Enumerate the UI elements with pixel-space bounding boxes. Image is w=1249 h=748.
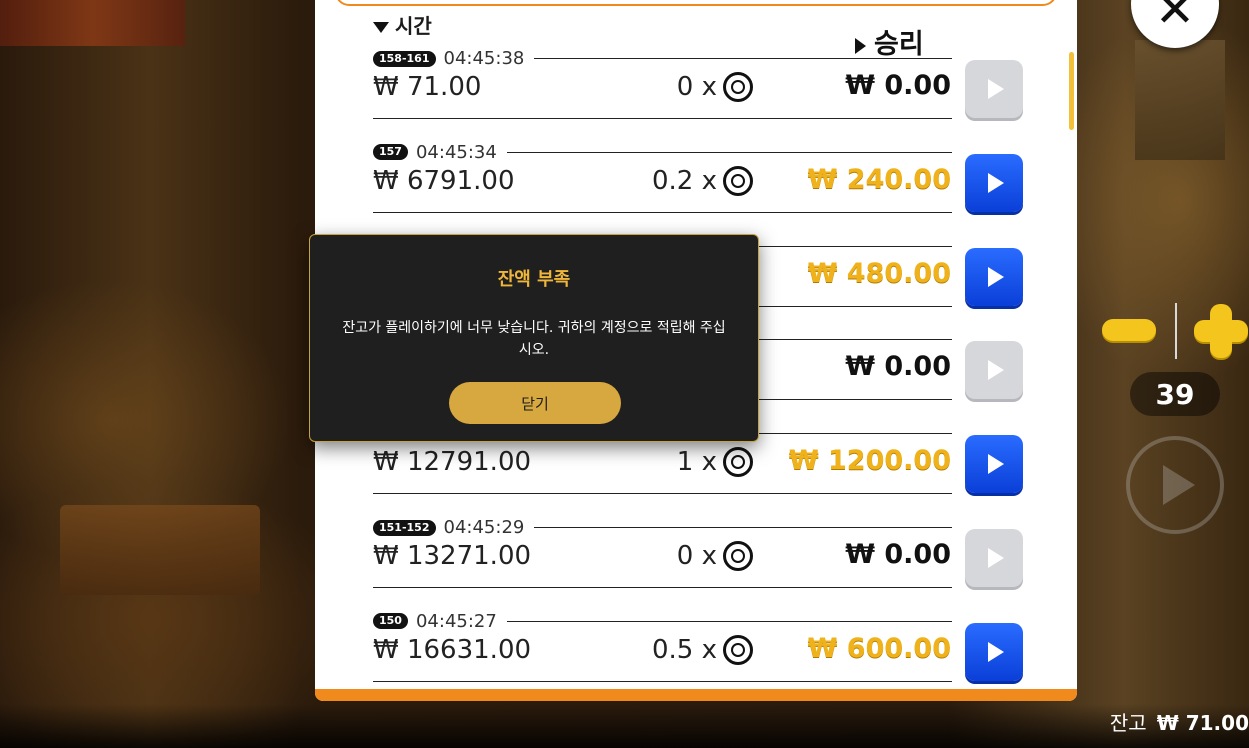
play-icon — [988, 548, 1004, 568]
win-amount: ₩ 1200.00 — [788, 445, 951, 477]
coin-icon — [723, 165, 753, 196]
play-icon — [988, 641, 1004, 662]
bet-amount: ₩ 71.00 — [373, 72, 482, 102]
control-divider — [1175, 303, 1177, 359]
multiplier: 0.5 x — [652, 634, 753, 665]
win-amount: ₩ 0.00 — [845, 351, 951, 383]
play-icon — [1163, 465, 1195, 505]
bottom-bar — [0, 704, 1249, 748]
coin-icon — [723, 72, 753, 102]
row-meta: 150 04:45:27 — [373, 611, 952, 632]
coin-icon — [723, 447, 753, 478]
row-meta-line — [506, 620, 952, 622]
win-amount: ₩ 600.00 — [807, 632, 951, 664]
multiplier: 0 x — [677, 72, 753, 102]
row-time: 04:45:29 — [443, 517, 525, 538]
play-icon — [988, 360, 1004, 381]
insufficient-balance-dialog: 잔액 부족 잔고가 플레이하기에 너무 낮습니다. 귀하의 계정으로 적립해 주… — [309, 234, 759, 442]
row-separator — [373, 118, 952, 119]
multiplier-value: 1 x — [676, 447, 717, 478]
play-icon — [988, 266, 1004, 287]
row-meta-line — [534, 527, 952, 528]
row-time: 04:45:27 — [415, 610, 497, 632]
replay-button[interactable] — [965, 435, 1023, 494]
row-meta-line — [534, 58, 952, 59]
row-separator — [373, 680, 952, 682]
replay-button — [965, 341, 1023, 400]
multiplier: 0.2 x — [652, 165, 753, 196]
play-icon — [988, 172, 1004, 193]
column-header-time[interactable]: 시간 — [373, 10, 432, 39]
row-separator — [373, 587, 952, 588]
replay-button[interactable] — [965, 247, 1023, 306]
bet-amount: ₩ 16631.00 — [373, 634, 532, 665]
close-icon: ✕ — [1154, 0, 1196, 38]
balance-value: ₩ 71.00 — [1156, 711, 1249, 735]
round-badge: 150 — [373, 613, 408, 630]
multiplier-value: 0 x — [676, 72, 717, 102]
round-badge: 157 — [373, 144, 408, 161]
win-amount: ₩ 240.00 — [807, 163, 951, 195]
round-badge: 151-152 — [373, 519, 436, 536]
multiplier-value: 0.5 x — [652, 634, 717, 665]
replay-button[interactable] — [965, 622, 1023, 681]
bet-amount: ₩ 12791.00 — [373, 447, 532, 478]
history-row: 150 04:45:27 ₩ 16631.00 0.5 x ₩ 600.00 — [373, 611, 1023, 701]
plus-button[interactable] — [1194, 304, 1248, 358]
row-time: 04:45:38 — [443, 48, 525, 69]
dialog-close-button[interactable]: 닫기 — [449, 382, 621, 424]
win-amount: ₩ 0.00 — [845, 70, 951, 101]
row-separator — [373, 211, 952, 213]
balance-label: 잔고 — [1109, 711, 1147, 735]
bet-amount: ₩ 13271.00 — [373, 541, 532, 571]
win-amount: ₩ 0.00 — [845, 539, 951, 570]
history-row: 151-152 04:45:29 ₩ 13271.00 0 x ₩ 0.00 — [373, 517, 1023, 611]
counter-display: 39 — [1130, 372, 1220, 416]
column-header-time-label: 시간 — [395, 14, 432, 38]
replay-button — [965, 529, 1023, 587]
row-time: 04:45:34 — [415, 141, 497, 163]
row-meta: 151-152 04:45:29 — [373, 517, 952, 538]
multiplier-value: 0 x — [676, 541, 717, 571]
balance-display: 잔고 ₩ 71.00 — [1110, 707, 1249, 736]
sort-down-icon — [373, 22, 389, 33]
history-row: 158-161 04:45:38 ₩ 71.00 0 x ₩ 0.00 — [373, 48, 1023, 142]
play-icon — [988, 454, 1004, 475]
panel-bottom-bar — [315, 689, 1077, 701]
bet-amount: ₩ 6791.00 — [373, 165, 515, 196]
play-icon — [988, 79, 1004, 99]
dialog-message: 잔고가 플레이하기에 너무 낮습니다. 귀하의 계정으로 적립해 주십시오. — [342, 320, 726, 358]
background-sign — [0, 0, 185, 46]
row-meta: 158-161 04:45:38 — [373, 48, 952, 69]
history-row: 157 04:45:34 ₩ 6791.00 0.2 x ₩ 240.00 — [373, 142, 1023, 236]
background-desk — [60, 505, 260, 595]
row-separator — [373, 493, 952, 495]
replay-button — [965, 60, 1023, 118]
multiplier: 1 x — [676, 447, 753, 478]
background-box — [1135, 40, 1225, 160]
win-amount: ₩ 480.00 — [807, 257, 951, 289]
dialog-title: 잔액 부족 — [497, 269, 571, 290]
coin-icon — [723, 634, 753, 665]
coin-icon — [723, 541, 753, 571]
row-meta: 157 04:45:34 — [373, 142, 952, 163]
multiplier-value: 0.2 x — [652, 165, 717, 196]
minus-button[interactable] — [1102, 319, 1156, 341]
panel-top-edge — [335, 0, 1057, 6]
row-meta-line — [506, 151, 952, 153]
round-badge: 158-161 — [373, 50, 436, 67]
big-play-button[interactable] — [1126, 436, 1224, 534]
scrollbar[interactable] — [1069, 52, 1074, 130]
multiplier: 0 x — [677, 541, 753, 571]
replay-button[interactable] — [965, 153, 1023, 212]
